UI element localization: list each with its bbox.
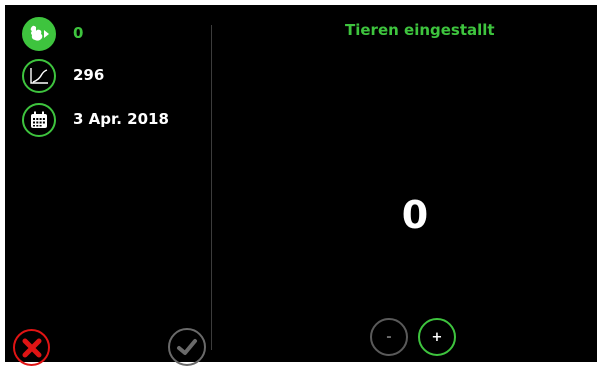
animal-count-value: 0 [73, 24, 84, 42]
growth-curve-icon [22, 59, 56, 93]
growth-day-value: 296 [73, 66, 105, 84]
device-panel: 0 296 3 Apr. 2018 Tieren eingestallt 0 -… [5, 5, 597, 366]
calendar-icon [22, 103, 56, 137]
checkmark-icon [177, 339, 197, 355]
close-icon [22, 338, 41, 357]
chicken-icon [22, 17, 56, 51]
increment-button[interactable]: + [418, 318, 456, 356]
screen: 0 296 3 Apr. 2018 Tieren eingestallt 0 -… [0, 0, 604, 367]
page-title: Tieren eingestallt [345, 21, 495, 39]
decrement-button[interactable]: - [370, 318, 408, 356]
cancel-button[interactable] [13, 329, 50, 366]
animal-count-display: 0 [401, 193, 429, 237]
confirm-button[interactable] [168, 328, 206, 366]
column-divider [211, 25, 212, 350]
date-value: 3 Apr. 2018 [73, 110, 169, 128]
